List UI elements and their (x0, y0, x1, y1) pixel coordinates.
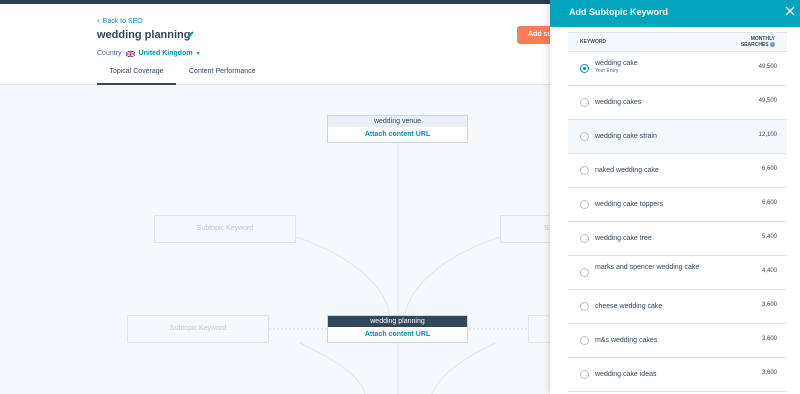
node-title: wedding planning (328, 316, 467, 327)
pencil-icon[interactable] (186, 30, 195, 39)
country-select[interactable]: United Kingdom ▼ (139, 50, 201, 57)
node-title: wedding venue (328, 116, 467, 127)
keyword-text: m&s wedding cakes (595, 337, 658, 344)
keyword-text: wedding cake (595, 60, 638, 67)
country-value: United Kingdom (138, 50, 193, 57)
subtopic-placeholder[interactable]: Subtopic Keyword (127, 315, 269, 343)
monthly-searches-value: 49,500 (758, 98, 777, 104)
keyword-text: wedding cake ideas (595, 371, 657, 378)
info-icon[interactable] (770, 42, 775, 48)
back-to-seo-link[interactable]: ‹ Back to SEO (97, 16, 143, 25)
keyword-text: wedding cake strain (595, 133, 657, 140)
keyword-text: wedding cakes (595, 99, 642, 106)
topic-cluster-canvas[interactable]: wedding venue Attach content URL wedding… (0, 85, 560, 394)
radio-button[interactable] (580, 166, 589, 175)
keyword-row[interactable]: m&s wedding cakes 3,600 (568, 324, 787, 358)
keyword-row[interactable]: wedding cake strain 12,100 (568, 120, 787, 154)
keyword-row[interactable]: wedding cake ideas 3,600 (568, 358, 787, 392)
monthly-searches-value: 3,600 (761, 370, 777, 376)
radio-button[interactable] (580, 268, 589, 277)
subtopic-placeholder[interactable]: Subtopic Keyword (154, 215, 296, 243)
radio-button[interactable] (580, 98, 589, 107)
column-monthly-searches[interactable]: MONTHLY SEARCHES (741, 36, 775, 48)
radio-button[interactable] (580, 132, 589, 141)
keyword-row[interactable]: wedding cake tree 5,400 (568, 222, 787, 256)
keyword-row[interactable]: naked wedding cake 6,600 (568, 154, 787, 188)
radio-button[interactable] (580, 336, 589, 345)
monthly-searches-value: 5,400 (761, 234, 777, 240)
page-title: wedding planning (97, 29, 191, 41)
keyword-row[interactable]: wedding cake Your Entry 49,500 (568, 52, 787, 86)
subtopic-node[interactable]: wedding venue Attach content URL (327, 115, 468, 143)
your-entry-label: Your Entry (595, 68, 619, 74)
attach-content-url-link[interactable]: Attach content URL (328, 127, 467, 142)
add-subtopic-panel: Add Subtopic Keyword KEYWORD MONTHLY SEA… (550, 0, 800, 394)
close-icon[interactable] (785, 6, 795, 16)
monthly-searches-value: 6,600 (761, 166, 777, 172)
column-searches-line2: SEARCHES (740, 42, 769, 48)
page-header: ‹ Back to SEO wedding planning Country Un… (0, 4, 577, 85)
radio-button[interactable] (580, 302, 589, 311)
pillar-node[interactable]: wedding planning Attach content URL (327, 315, 468, 343)
keyword-list: wedding cake Your Entry 49,500 wedding c… (568, 52, 787, 392)
chevron-left-icon: ‹ (97, 16, 100, 25)
keyword-table-header: KEYWORD MONTHLY SEARCHES (568, 32, 787, 52)
keyword-row[interactable]: wedding cakes 49,500 (568, 86, 787, 120)
caret-down-icon: ▼ (195, 50, 201, 57)
tab-content-performance[interactable]: Content Performance (189, 68, 256, 85)
keyword-text: wedding cake tree (595, 235, 652, 242)
radio-button[interactable] (580, 200, 589, 209)
uk-flag-icon (125, 50, 135, 57)
country-label: Country (97, 50, 122, 57)
radio-button[interactable] (580, 234, 589, 243)
monthly-searches-value: 3,600 (761, 302, 777, 308)
column-keyword[interactable]: KEYWORD (580, 39, 606, 45)
panel-title: Add Subtopic Keyword (569, 7, 668, 17)
monthly-searches-value: 12,100 (758, 132, 777, 138)
back-label: Back to SEO (102, 18, 143, 25)
keyword-text: naked wedding cake (595, 167, 659, 174)
panel-header: Add Subtopic Keyword (550, 0, 800, 27)
radio-button[interactable] (580, 370, 589, 379)
radio-button[interactable] (580, 64, 589, 73)
keyword-text: cheese wedding cake (595, 303, 663, 310)
keyword-text: marks and spencer wedding cake (595, 264, 700, 271)
keyword-row[interactable]: cheese wedding cake 3,600 (568, 290, 787, 324)
monthly-searches-value: 6,600 (761, 200, 777, 206)
tab-topical-coverage[interactable]: Topical Coverage (97, 68, 176, 85)
keyword-row[interactable]: wedding cake toppers 6,600 (568, 188, 787, 222)
keyword-text: wedding cake toppers (595, 201, 664, 208)
country-row: Country United Kingdom ▼ (97, 50, 201, 57)
monthly-searches-value: 3,600 (761, 336, 777, 342)
keyword-row[interactable]: marks and spencer wedding cake 4,400 (568, 256, 787, 290)
monthly-searches-value: 4,400 (761, 268, 777, 274)
attach-content-url-link[interactable]: Attach content URL (328, 327, 467, 342)
monthly-searches-value: 49,500 (758, 64, 777, 70)
